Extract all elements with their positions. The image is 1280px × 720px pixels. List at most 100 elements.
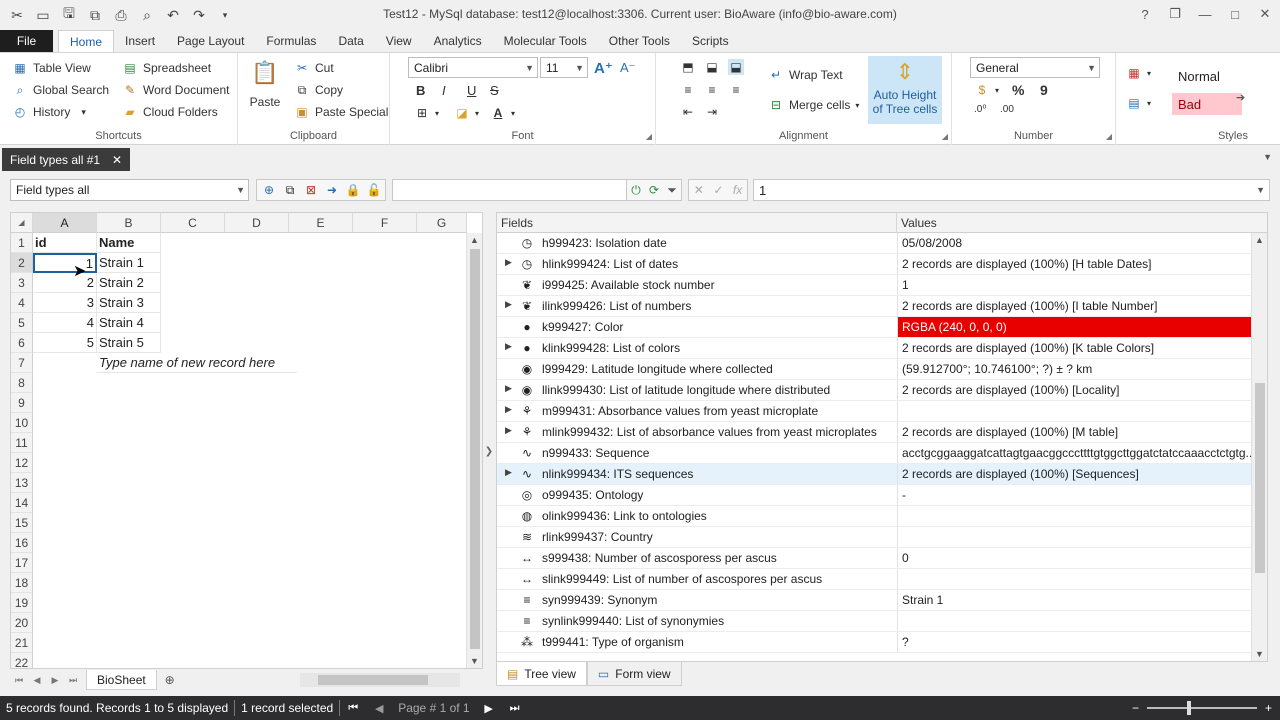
wrap-text-button[interactable]: ↵ Wrap Text <box>768 67 843 83</box>
maximize-icon[interactable]: □ <box>1220 0 1250 28</box>
restore-ribbon-icon[interactable]: ❐ <box>1160 0 1190 28</box>
field-row[interactable]: ◷ h999423: Isolation date 05/08/2008 <box>497 233 1253 254</box>
field-value[interactable] <box>897 401 1252 421</box>
tab-file[interactable]: File <box>0 30 53 52</box>
row-header[interactable]: 13 <box>11 473 33 493</box>
sheet-tab-biosheet[interactable]: BioSheet <box>86 670 157 690</box>
tab-analytics[interactable]: Analytics <box>423 30 493 52</box>
expand-row-icon[interactable]: ▶ <box>505 467 512 478</box>
table-cell-name[interactable]: Strain 3 <box>97 293 161 313</box>
row-header[interactable]: 15 <box>11 513 33 533</box>
row-header[interactable]: 8 <box>11 373 33 393</box>
field-value[interactable]: - <box>897 485 1252 505</box>
tab-insert[interactable]: Insert <box>114 30 166 52</box>
function-icon[interactable]: fx <box>733 183 742 197</box>
collapse-panel-icon[interactable]: ❯ <box>485 446 493 457</box>
minimize-icon[interactable]: — <box>1190 0 1220 28</box>
field-value[interactable] <box>897 506 1252 526</box>
row-header[interactable]: 4 <box>11 293 33 313</box>
field-value[interactable]: acctgcggaaggatcattagtgaacggcccttttgtggct… <box>897 443 1252 463</box>
scroll-thumb[interactable] <box>470 249 480 649</box>
first-sheet-icon[interactable]: ⏮ <box>10 675 28 686</box>
field-row[interactable]: ▶ ❦ ilink999426: List of numbers 2 records … <box>497 296 1253 317</box>
row-header[interactable]: 16 <box>11 533 33 553</box>
field-row[interactable]: ◍ olink999436: Link to ontologies <box>497 506 1253 527</box>
conditional-format-button[interactable]: ▦ ▾ <box>1126 65 1151 81</box>
tab-tree-view[interactable]: ▤ Tree view <box>496 662 587 686</box>
search-input[interactable] <box>392 179 628 201</box>
row-header[interactable]: 12 <box>11 453 33 473</box>
unlock-icon[interactable]: 🔓 <box>366 182 382 198</box>
fields-vertical-scrollbar[interactable]: ▲ ▼ <box>1251 233 1267 661</box>
copy-button[interactable]: ⧉ Copy <box>294 82 343 98</box>
close-tab-icon[interactable]: ✕ <box>112 153 122 167</box>
delete-record-icon[interactable]: ⊠ <box>303 182 319 198</box>
close-icon[interactable]: ✕ <box>1250 0 1280 28</box>
word-document-button[interactable]: ✎ Word Document <box>122 82 230 98</box>
column-header[interactable]: C <box>161 213 225 233</box>
tab-molecular-tools[interactable]: Molecular Tools <box>493 30 598 52</box>
duplicate-record-icon[interactable]: ⧉ <box>282 182 298 198</box>
align-bottom-button[interactable]: ⬓ <box>728 59 744 75</box>
cancel-edit-icon[interactable]: ✕ <box>694 183 704 197</box>
expand-row-icon[interactable]: ▶ <box>505 383 512 394</box>
field-row[interactable]: ∿ n999433: Sequence acctgcggaaggatcattagtg… <box>497 443 1253 464</box>
styles-more-icon[interactable]: ➔ <box>1236 91 1245 104</box>
zoom-out-icon[interactable]: − <box>1132 701 1139 715</box>
expand-row-icon[interactable]: ▶ <box>505 299 512 310</box>
field-value[interactable] <box>897 527 1252 547</box>
row-header[interactable]: 18 <box>11 573 33 593</box>
paste-special-button[interactable]: ▣ Paste Special <box>294 104 388 120</box>
field-value[interactable]: 2 records are displayed (100%) [Sequence… <box>897 464 1252 484</box>
formula-bar[interactable]: 1 ▼ <box>753 179 1270 201</box>
spreadsheet-button[interactable]: ▤ Spreadsheet <box>122 60 211 76</box>
paste-button[interactable]: 📋 Paste <box>248 57 282 109</box>
zoom-in-icon[interactable]: + <box>1265 701 1272 715</box>
zoom-slider-knob[interactable] <box>1186 701 1191 715</box>
expand-row-icon[interactable]: ▶ <box>505 404 512 415</box>
column-header[interactable]: F <box>353 213 417 233</box>
expand-row-icon[interactable]: ▶ <box>505 341 512 352</box>
global-search-button[interactable]: ⌕ Global Search <box>12 82 109 98</box>
tab-list-chevron-icon[interactable]: ▼ <box>1263 152 1272 162</box>
row-header[interactable]: 3 <box>11 273 33 293</box>
scroll-up-icon[interactable]: ▲ <box>470 235 479 245</box>
select-all-corner[interactable]: ◢ <box>11 213 33 233</box>
font-color-button[interactable]: A ▾ <box>490 105 515 121</box>
new-record-icon[interactable]: ⊕ <box>261 182 277 198</box>
style-normal[interactable]: Normal <box>1172 65 1242 87</box>
row-header[interactable]: 11 <box>11 433 33 453</box>
field-row[interactable]: ≡ syn999439: Synonym Strain 1 <box>497 590 1253 611</box>
field-value[interactable]: 0 <box>897 548 1252 568</box>
scroll-thumb[interactable] <box>1255 383 1265 573</box>
confirm-edit-icon[interactable]: ✓ <box>713 183 723 197</box>
tab-formulas[interactable]: Formulas <box>255 30 327 52</box>
table-view-button[interactable]: ▦ Table View <box>12 60 91 76</box>
cloud-folders-button[interactable]: ▰ Cloud Folders <box>122 104 217 120</box>
field-row[interactable]: ⁂ t999441: Type of organism? <box>497 632 1253 653</box>
row-header[interactable]: 7 <box>11 353 33 373</box>
panel-splitter[interactable]: ❯ <box>483 212 495 690</box>
decrease-decimal-button[interactable]: .00 <box>1000 104 1014 115</box>
table-cell-id[interactable]: 2 <box>33 273 97 293</box>
sheet-vertical-scrollbar[interactable]: ▲ ▼ <box>466 233 482 668</box>
new-record-hint[interactable]: Type name of new record here <box>97 353 297 373</box>
chevron-down-icon[interactable]: ▼ <box>1256 185 1265 195</box>
scroll-thumb[interactable] <box>318 675 428 685</box>
field-value[interactable]: ? <box>897 632 1252 652</box>
dialog-launcher-icon[interactable]: ◢ <box>646 132 652 141</box>
field-value[interactable]: 2 records are displayed (100%) [H table … <box>897 254 1252 274</box>
field-row[interactable]: ● k999427: Color RGBA (240, 0, 0, 0) <box>497 317 1253 338</box>
grow-font-button[interactable]: A⁺ <box>594 59 613 77</box>
cut-button[interactable]: ✂ Cut <box>294 60 334 76</box>
field-value[interactable]: 2 records are displayed (100%) [Locality… <box>897 380 1252 400</box>
document-tab[interactable]: Field types all #1 ✕ <box>2 148 131 171</box>
sheet-horizontal-scrollbar[interactable] <box>300 673 460 687</box>
row-header[interactable]: 21 <box>11 633 33 653</box>
tab-form-view[interactable]: ▭ Form view <box>586 662 682 686</box>
percent-button[interactable]: % <box>1012 82 1024 98</box>
shrink-font-button[interactable]: A⁻ <box>620 60 636 76</box>
field-row[interactable]: ▶ ⚘ m999431: Absorbance values from yeast … <box>497 401 1253 422</box>
refresh-icon[interactable]: ⟳ <box>646 182 662 198</box>
table-cell-id[interactable]: 4 <box>33 313 97 333</box>
